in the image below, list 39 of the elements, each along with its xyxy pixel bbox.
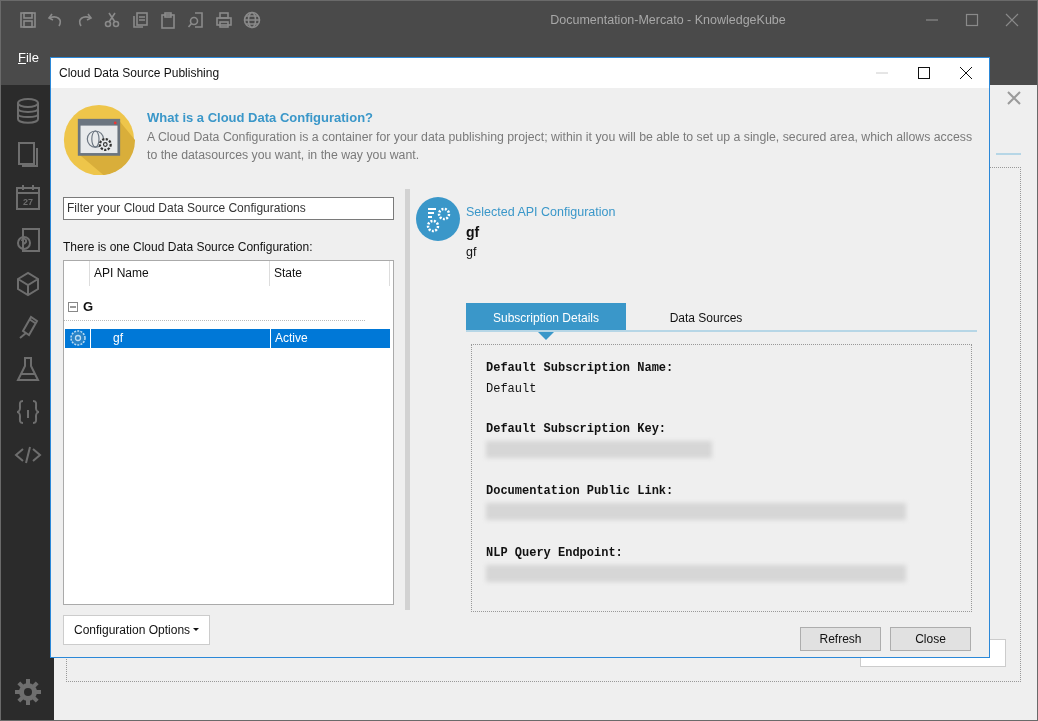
settings-icon[interactable]: [13, 678, 42, 706]
field-label: Default Subscription Name:: [486, 359, 675, 377]
menu-item[interactable]: File: [18, 48, 39, 85]
field-value: Default: [486, 380, 538, 398]
globe-icon[interactable]: [243, 11, 261, 29]
gears-icon: [416, 197, 460, 241]
config-description: gf: [466, 243, 478, 261]
section-caption: Selected API Configuration: [466, 204, 616, 221]
field-label: Default Subscription Key:: [486, 420, 668, 438]
tab-pointer-icon: [538, 331, 554, 340]
collapse-icon[interactable]: [68, 301, 78, 312]
maximize-icon[interactable]: [917, 66, 931, 80]
search-icon[interactable]: [187, 11, 205, 29]
close-icon[interactable]: [959, 66, 973, 80]
config-name: gf: [466, 222, 481, 242]
state-text: Active: [275, 330, 308, 348]
dialog-button[interactable]: Close: [890, 626, 971, 651]
scissors-icon[interactable]: [103, 11, 121, 29]
api-name: gf: [113, 330, 123, 348]
section-heading: What is a Cloud Data Configuration?: [147, 109, 375, 127]
save-icon[interactable]: [19, 11, 37, 29]
printer-icon[interactable]: [215, 11, 233, 29]
filter-field[interactable]: Filter your Cloud Data Source Configurations: [63, 197, 394, 220]
dialog-title: Cloud Data Source Publishing: [59, 65, 220, 82]
list-caption: There is one Cloud Data Source Configuration:: [63, 238, 314, 256]
field-label: NLP Query Endpoint:: [486, 544, 624, 562]
gear-icon: [69, 329, 87, 348]
window-title: Documentation-Mercato - KnowledgeKube: [549, 11, 786, 29]
column-header[interactable]: State: [270, 260, 390, 286]
field-label: Documentation Public Link:: [486, 482, 675, 500]
description-text: A Cloud Data Configuration is a container for your data publishing project; within it you will be able to set up a single, secured area, which allows access to the datasources you want, in the way you want.: [147, 128, 974, 164]
dialog-button[interactable]: Refresh: [800, 626, 881, 651]
options-button[interactable]: Configuration Options: [63, 615, 211, 645]
grid-row[interactable]: gf Active: [65, 328, 391, 348]
copy-icon[interactable]: [131, 11, 149, 29]
group-label: G: [83, 297, 94, 316]
clipboard-icon[interactable]: [159, 11, 177, 29]
tab[interactable]: Data Sources: [626, 302, 786, 330]
column-header[interactable]: API Name: [90, 260, 270, 286]
